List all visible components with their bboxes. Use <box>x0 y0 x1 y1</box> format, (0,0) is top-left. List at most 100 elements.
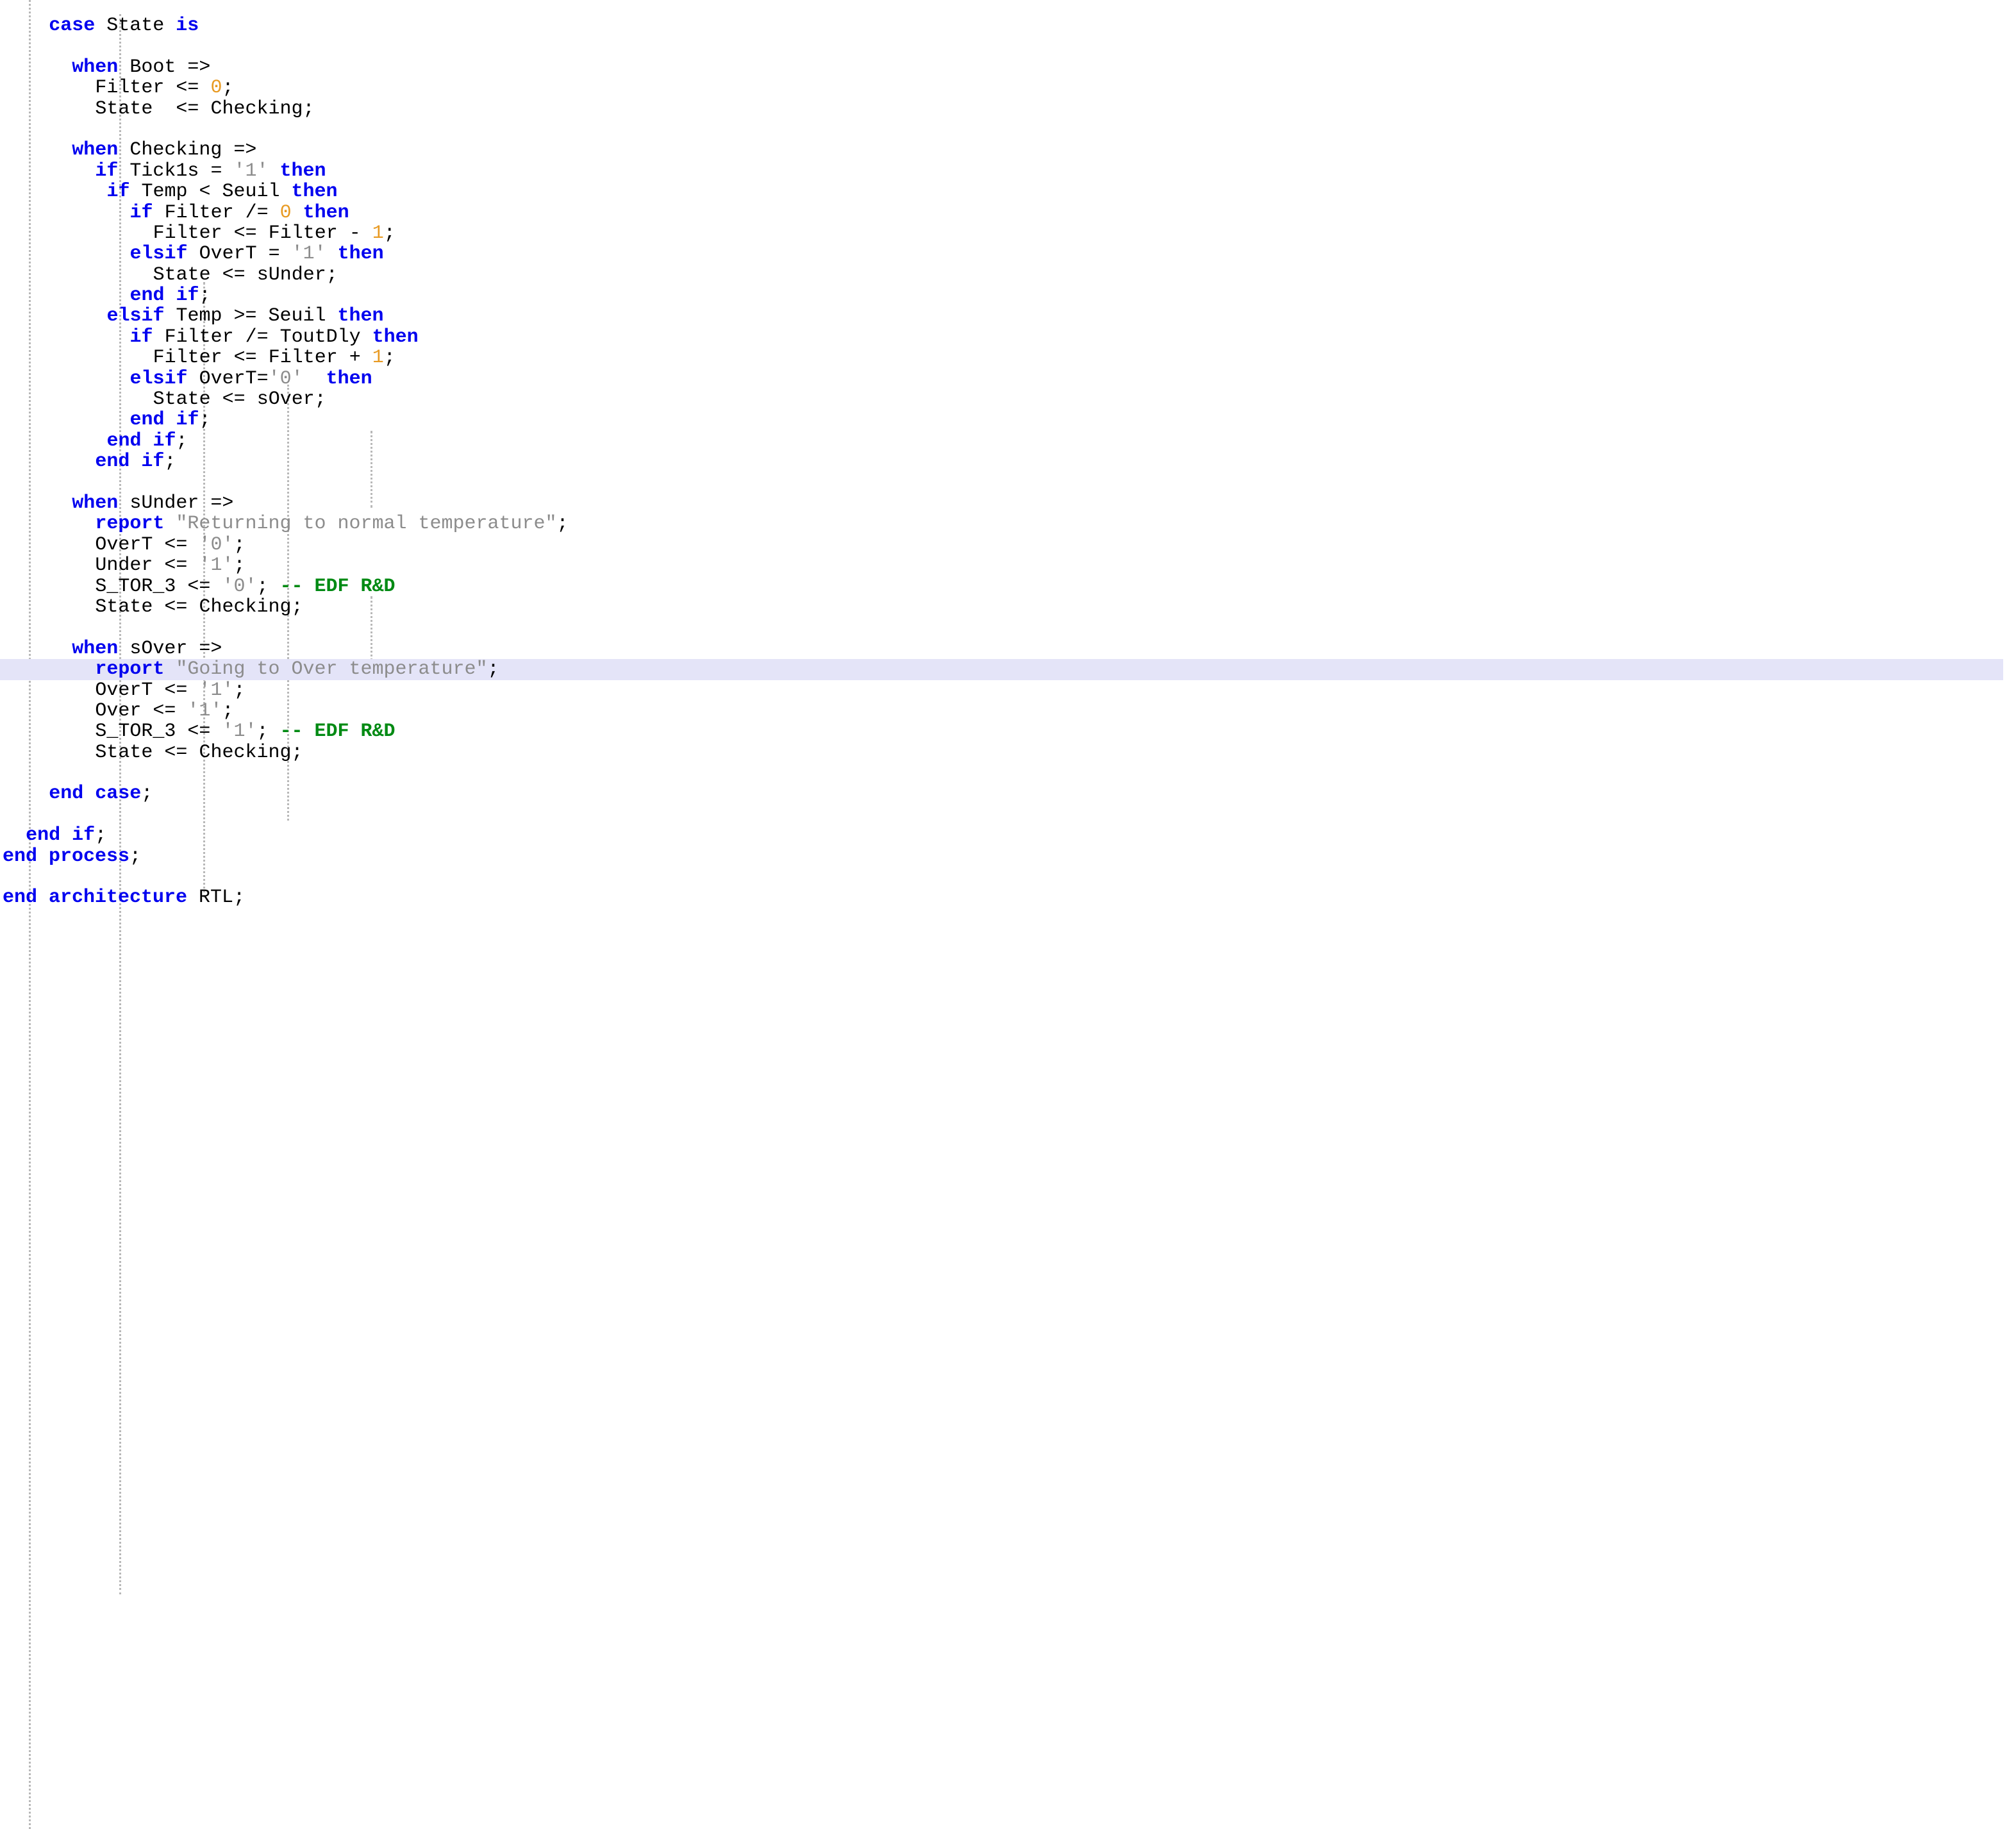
code-line[interactable]: Under <= '1'; <box>0 555 2003 576</box>
code-line[interactable]: if Filter /= ToutDly then <box>0 327 2003 347</box>
code-line[interactable] <box>0 119 2003 140</box>
token-op: < <box>199 181 222 203</box>
token-op: = <box>257 368 269 390</box>
token-op: /= <box>246 326 280 348</box>
code-line[interactable]: end if; <box>0 431 2003 451</box>
token-id: Filter <box>153 222 234 244</box>
token-str: '1' <box>187 700 222 722</box>
token-op: ; <box>222 700 233 722</box>
code-line[interactable]: OverT <= '1'; <box>0 680 2003 701</box>
code-line[interactable]: end case; <box>0 783 2003 804</box>
token-id: State <box>95 15 176 37</box>
code-line[interactable]: Filter <= Filter - 1; <box>0 223 2003 244</box>
code-line[interactable]: when sOver => <box>0 639 2003 659</box>
code-line[interactable]: case State is <box>0 15 2003 36</box>
code-line[interactable]: OverT <= '0'; <box>0 535 2003 555</box>
token-id: Filter <box>269 347 349 369</box>
token-op: <= <box>164 680 199 701</box>
code-line[interactable]: when Checking => <box>0 140 2003 160</box>
token-op: <= <box>222 264 257 286</box>
token-kw: end if <box>26 824 95 846</box>
code-line[interactable]: end if; <box>0 825 2003 846</box>
token-op: ; <box>199 409 211 431</box>
token-op: ; <box>384 222 396 244</box>
token-kw: when <box>72 56 118 78</box>
token-id: ToutDly <box>280 326 361 348</box>
code-line[interactable]: State <= sOver; <box>0 389 2003 410</box>
code-line[interactable]: Filter <= Filter + 1; <box>0 347 2003 368</box>
code-line[interactable]: elsif OverT='0' then <box>0 369 2003 389</box>
token-op: = <box>210 160 233 182</box>
code-line[interactable]: State <= Checking; <box>0 99 2003 119</box>
code-line[interactable]: when sUnder => <box>0 493 2003 514</box>
code-line[interactable]: if Tick1s = '1' then <box>0 161 2003 181</box>
token-kw: then <box>326 305 384 327</box>
code-line[interactable] <box>0 763 2003 783</box>
code-line[interactable]: end if; <box>0 410 2003 430</box>
token-op: <= <box>164 596 199 618</box>
code-line[interactable]: Filter <= 0; <box>0 78 2003 98</box>
code-line[interactable]: elsif OverT = '1' then <box>0 244 2003 264</box>
code-line[interactable]: report "Returning to normal temperature"… <box>0 514 2003 534</box>
code-line[interactable]: S_TOR_3 <= '0'; -- EDF R&D <box>0 576 2003 597</box>
token-op: ; <box>233 680 245 701</box>
token-op: ; <box>291 596 303 618</box>
code-line[interactable]: end if; <box>0 285 2003 306</box>
code-line[interactable]: State <= sUnder; <box>0 265 2003 285</box>
token-id: Seuil <box>222 181 280 203</box>
token-id: sUnder <box>118 492 210 514</box>
token-kw: end case <box>49 783 141 805</box>
token-cmt: -- EDF R&D <box>279 721 395 742</box>
code-line[interactable]: if Temp < Seuil then <box>0 181 2003 202</box>
code-line[interactable]: State <= Checking; <box>0 742 2003 763</box>
code-line[interactable]: State <= Checking; <box>0 597 2003 617</box>
code-line[interactable] <box>0 617 2003 638</box>
token-kw: case <box>49 15 95 37</box>
code-line[interactable]: Over <= '1'; <box>0 701 2003 721</box>
token-id: OverT <box>95 680 164 701</box>
code-line[interactable]: when Boot => <box>0 57 2003 78</box>
code-line[interactable] <box>0 805 2003 825</box>
code-line[interactable] <box>0 472 2003 493</box>
code-line[interactable] <box>0 36 2003 56</box>
token-op: <= <box>164 742 199 764</box>
token-kw: when <box>72 139 118 161</box>
token-kw: if <box>106 181 129 203</box>
code-line[interactable] <box>0 867 2003 887</box>
code-line[interactable]: elsif Temp >= Seuil then <box>0 306 2003 326</box>
token-id: State <box>95 596 164 618</box>
token-num: 1 <box>372 347 384 369</box>
token-op: <= <box>222 388 257 410</box>
token-num: 0 <box>210 77 222 99</box>
token-op: => <box>199 638 222 660</box>
token-kw: then <box>361 326 419 348</box>
token-id: Filter <box>269 222 349 244</box>
token-str: '1' <box>199 680 233 701</box>
token-id: Temp <box>129 181 199 203</box>
token-id: OverT <box>188 243 269 265</box>
code-line[interactable]: end if; <box>0 451 2003 472</box>
token-kw: report <box>95 658 164 680</box>
code-line[interactable]: S_TOR_3 <= '1'; -- EDF R&D <box>0 721 2003 742</box>
token-op: + <box>349 347 372 369</box>
token-op: ; <box>557 513 569 535</box>
token-op: <= <box>164 534 199 556</box>
code-line[interactable]: end architecture RTL; <box>0 887 2003 908</box>
code-line[interactable]: end process; <box>0 846 2003 867</box>
token-id: Over <box>95 700 153 722</box>
token-kw: then <box>303 368 372 390</box>
token-kw: when <box>72 492 118 514</box>
token-id: S_TOR_3 <box>95 576 187 597</box>
code-editor[interactable]: case State is when Boot =>Filter <= 0;St… <box>0 0 2016 1829</box>
token-op: <= <box>187 721 222 742</box>
token-kw: elsif <box>130 368 188 390</box>
token-op: ; <box>95 824 106 846</box>
token-id: Checking <box>199 742 291 764</box>
token-kw: is <box>176 15 199 37</box>
code-line-highlighted[interactable]: report "Going to Over temperature"; <box>0 659 2003 680</box>
token-id: Checking <box>199 596 291 618</box>
code-line[interactable]: if Filter /= 0 then <box>0 203 2003 223</box>
token-id: State <box>95 98 176 120</box>
code-content[interactable]: case State is when Boot =>Filter <= 0;St… <box>0 15 2003 908</box>
token-op: => <box>210 492 233 514</box>
